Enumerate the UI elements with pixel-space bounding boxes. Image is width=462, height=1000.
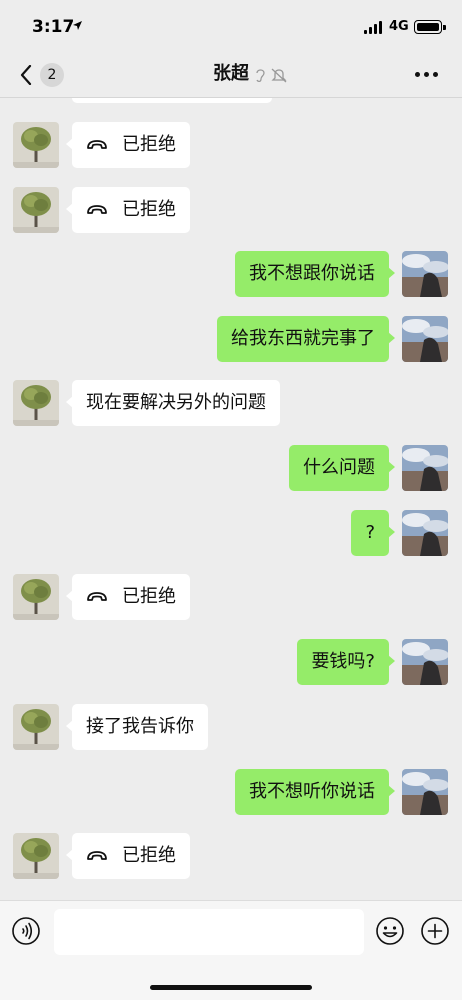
- my-avatar[interactable]: [402, 639, 448, 685]
- message-text: ?: [365, 522, 375, 543]
- message-text: 给我东西就完事了: [231, 328, 375, 349]
- message-text: 接了我告诉你: [86, 716, 194, 737]
- phone-hangup-icon: [87, 851, 107, 860]
- message-bubble[interactable]: 我不想听你说话: [235, 769, 395, 815]
- tree-avatar-image: [13, 122, 59, 168]
- chevron-left-icon: [20, 65, 32, 85]
- back-button[interactable]: 2: [16, 60, 76, 90]
- message-bubble[interactable]: ?: [351, 510, 395, 556]
- sky-avatar-image: [402, 510, 448, 556]
- home-indicator[interactable]: [150, 985, 312, 990]
- signal-icon: [364, 21, 384, 34]
- call-record-bubble[interactable]: 已拒绝: [66, 187, 190, 233]
- message-text: 我不想听你说话: [249, 781, 375, 802]
- message-text: 已拒绝: [122, 134, 176, 155]
- tree-avatar-image: [13, 380, 59, 426]
- network-type: 4G: [389, 19, 409, 34]
- contact-avatar[interactable]: [13, 98, 59, 104]
- message-bubble[interactable]: 现在要解决另外的问题: [66, 380, 280, 426]
- message-row: 现在要解决另外的问题: [0, 380, 462, 428]
- my-avatar[interactable]: [402, 251, 448, 297]
- contact-avatar[interactable]: [13, 380, 59, 426]
- call-record-bubble[interactable]: 已拒绝: [66, 574, 190, 620]
- message-text: 已拒绝: [122, 845, 176, 866]
- message-bubble[interactable]: 给我东西就完事了: [217, 316, 395, 362]
- location-arrow-icon: [73, 21, 82, 30]
- tree-avatar-image: [13, 704, 59, 750]
- my-avatar[interactable]: [402, 769, 448, 815]
- message-row: 给我东西就完事了: [0, 316, 462, 364]
- message-bubble[interactable]: [72, 98, 272, 103]
- message-text: 要钱吗?: [311, 651, 375, 672]
- ear-mute-icons: [256, 68, 287, 83]
- tree-avatar-image: [13, 187, 59, 233]
- emoji-icon[interactable]: [375, 916, 405, 946]
- my-avatar[interactable]: [402, 510, 448, 556]
- contact-avatar[interactable]: [13, 704, 59, 750]
- message-row: 已拒绝: [0, 187, 462, 235]
- phone-hangup-icon: [87, 205, 107, 214]
- message-row: ?: [0, 510, 462, 558]
- message-text: 已拒绝: [122, 586, 176, 607]
- message-row: 已拒绝: [0, 122, 462, 170]
- phone-hangup-icon: [87, 140, 107, 149]
- sky-avatar-image: [402, 445, 448, 491]
- my-avatar[interactable]: [402, 316, 448, 362]
- contact-avatar[interactable]: [13, 122, 59, 168]
- contact-avatar[interactable]: [13, 187, 59, 233]
- message-row: 我不想听你说话: [0, 769, 462, 817]
- message-row: 接了我告诉你: [0, 704, 462, 752]
- contact-avatar[interactable]: [13, 574, 59, 620]
- sky-avatar-image: [402, 251, 448, 297]
- phone-hangup-icon: [87, 592, 107, 601]
- sky-avatar-image: [402, 316, 448, 362]
- more-button[interactable]: [412, 64, 442, 84]
- message-row: [0, 98, 462, 106]
- unread-count-badge: 2: [40, 63, 64, 87]
- message-row: 要钱吗?: [0, 639, 462, 687]
- contact-avatar[interactable]: [13, 833, 59, 879]
- call-record-bubble[interactable]: 已拒绝: [66, 122, 190, 168]
- my-avatar[interactable]: [402, 445, 448, 491]
- message-bubble[interactable]: 接了我告诉你: [66, 704, 208, 750]
- status-time: 3:17: [32, 17, 75, 37]
- message-bubble[interactable]: 什么问题: [289, 445, 395, 491]
- sky-avatar-image: [402, 769, 448, 815]
- message-bubble[interactable]: 我不想跟你说话: [235, 251, 395, 297]
- message-row: 什么问题: [0, 445, 462, 493]
- message-row: 已拒绝: [0, 574, 462, 622]
- status-bar: 3:17 4G: [0, 0, 462, 52]
- message-list[interactable]: 已拒绝 已拒绝 我不想跟你说话 给我东西就完事了 现在要解决另外的问题 什么问题? 已拒绝要…: [0, 98, 462, 900]
- plus-icon[interactable]: [420, 916, 450, 946]
- message-text: 什么问题: [303, 457, 375, 478]
- battery-icon: [414, 20, 446, 34]
- message-text: 现在要解决另外的问题: [86, 392, 266, 413]
- chat-header: 2 张超: [0, 52, 462, 98]
- message-bubble[interactable]: 要钱吗?: [297, 639, 395, 685]
- sky-avatar-image: [402, 639, 448, 685]
- tree-avatar-image: [13, 833, 59, 879]
- message-text: 我不想跟你说话: [249, 263, 375, 284]
- message-row: 已拒绝: [0, 833, 462, 881]
- message-input[interactable]: [54, 909, 364, 955]
- call-record-bubble[interactable]: 已拒绝: [66, 833, 190, 879]
- message-text: 已拒绝: [122, 199, 176, 220]
- tree-avatar-image: [13, 574, 59, 620]
- message-row: 我不想跟你说话: [0, 251, 462, 299]
- voice-icon[interactable]: [11, 916, 41, 946]
